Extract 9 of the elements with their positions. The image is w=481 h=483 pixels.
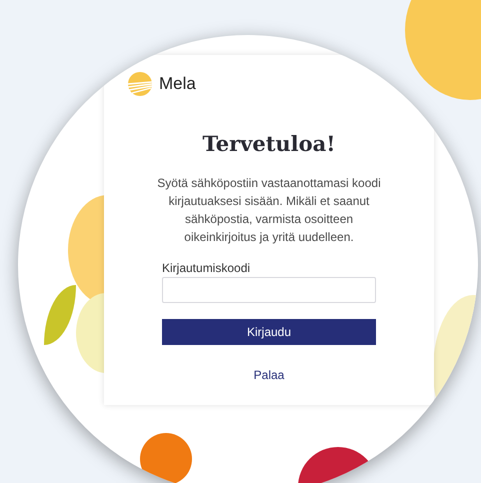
login-button[interactable]: Kirjaudu: [162, 319, 376, 345]
back-link[interactable]: Palaa: [254, 368, 284, 382]
decorative-shape: [140, 433, 192, 483]
field-label: Kirjautumiskoodi: [162, 261, 250, 275]
code-input-field[interactable]: [162, 277, 376, 303]
welcome-title: Tervetuloa!: [202, 131, 336, 156]
instructions-text: Syötä sähköpostiin vastaanottamasi koodi kirjautuaksesi sisään. Mikäli et saanut sähköpostia, varmista osoitteen oikeinkirjoitus ja yritä uudelleen.: [156, 175, 382, 246]
logo-text: Mela: [159, 74, 196, 94]
sun-logo-icon: [127, 71, 153, 97]
